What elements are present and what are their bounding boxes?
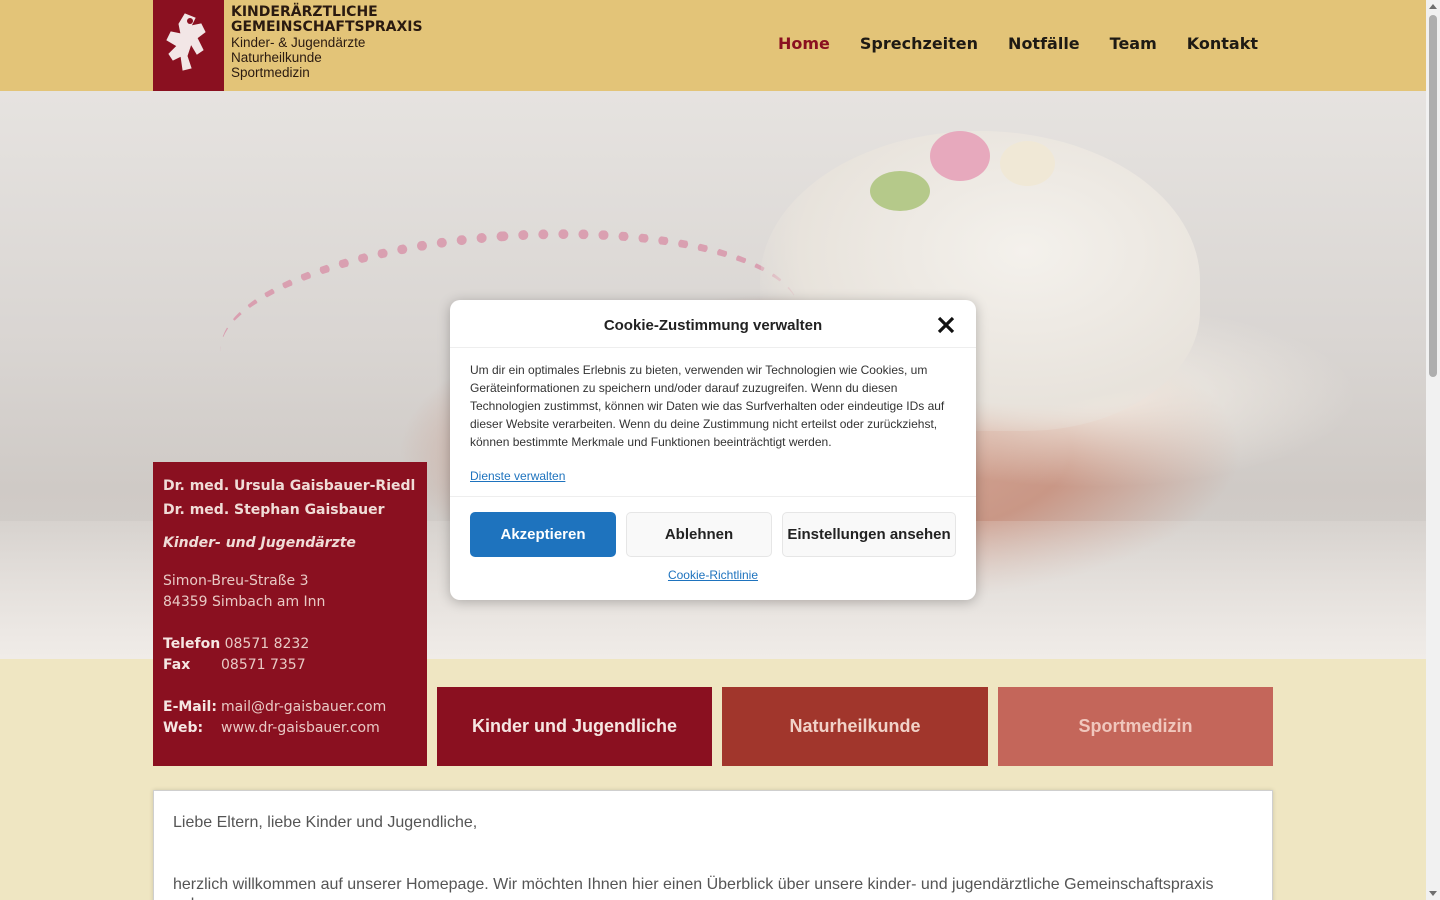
- scroll-down-arrow-icon[interactable]: [1429, 891, 1437, 896]
- cookie-consent-dialog: Cookie-Zustimmung verwalten Um dir ein o…: [450, 300, 976, 600]
- cookie-policy-link[interactable]: Cookie-Richtlinie: [450, 568, 976, 582]
- scroll-thumb[interactable]: [1429, 15, 1437, 377]
- accept-button[interactable]: Akzeptieren: [470, 512, 616, 557]
- page-scrollbar[interactable]: [1426, 0, 1440, 900]
- deny-button[interactable]: Ablehnen: [626, 512, 772, 557]
- cookie-dialog-title: Cookie-Zustimmung verwalten: [603, 317, 823, 334]
- cookie-dialog-text: Um dir ein optimales Erlebnis zu bieten,…: [470, 363, 945, 449]
- cookie-dialog-divider: [450, 496, 976, 497]
- cookie-dialog-header: Cookie-Zustimmung verwalten: [450, 300, 976, 348]
- scroll-up-arrow-icon[interactable]: [1429, 4, 1437, 9]
- cookie-dialog-body: Um dir ein optimales Erlebnis zu bieten,…: [450, 348, 976, 485]
- manage-services-link[interactable]: Dienste verwalten: [470, 467, 565, 485]
- close-icon[interactable]: [936, 315, 956, 335]
- view-settings-button[interactable]: Einstellungen ansehen: [782, 512, 956, 557]
